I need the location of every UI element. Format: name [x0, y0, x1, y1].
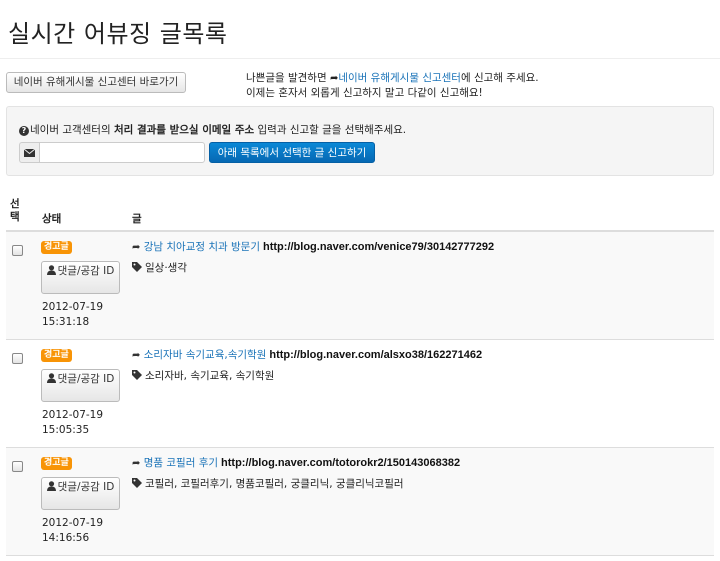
- hint-prefix: 네이버 고객센터의: [30, 124, 114, 136]
- share-arrow-icon: ➦: [132, 242, 141, 253]
- post-title-link[interactable]: 소리자바 속기교육,속기학원: [144, 349, 267, 361]
- envelope-icon: [19, 142, 39, 163]
- post-tags-text: 일상·생각: [145, 262, 187, 274]
- user-icon: [46, 373, 56, 387]
- share-arrow-icon: ➦: [132, 458, 141, 469]
- post-title-line: ➦ 소리자바 속기교육,속기학원 http://blog.naver.com/al…: [132, 347, 482, 362]
- notice-text: 나쁜글을 발견하면 ➦네이버 유해게시물 신고센터에 신고해 주세요. 이제는 …: [246, 71, 539, 101]
- report-form-panel: ? 네이버 고객센터의 처리 결과를 받으실 이메일 주소 입력과 신고할 글을 …: [6, 106, 714, 176]
- hint-suffix: 입력과 신고할 글을 선택해주세요.: [254, 124, 407, 136]
- status-badge: 경고글: [41, 349, 72, 362]
- notice-prefix: 나쁜글을 발견하면: [246, 72, 330, 84]
- form-hint: ? 네이버 고객센터의 처리 결과를 받으실 이메일 주소 입력과 신고할 글을 …: [19, 122, 406, 137]
- report-center-button[interactable]: 네이버 유해게시물 신고센터 바로가기: [6, 72, 186, 93]
- post-url: http://blog.naver.com/totorokr2/15014306…: [221, 457, 461, 469]
- post-date: 2012-07-19: [42, 301, 104, 313]
- tag-icon: [132, 478, 142, 491]
- post-date: 2012-07-19: [42, 409, 104, 421]
- submit-report-button[interactable]: 아래 목록에서 선택한 글 신고하기: [209, 142, 375, 163]
- status-badge: 경고글: [41, 241, 72, 254]
- post-tags: 일상·생각: [132, 260, 187, 275]
- report-center-link[interactable]: 네이버 유해게시물 신고센터: [338, 72, 461, 84]
- table-row: 경고글 댓글/공감 ID 2012-07-19 15:05:35 ➦ 소리자바 …: [6, 340, 714, 448]
- email-input-group: [19, 142, 205, 163]
- post-url: http://blog.naver.com/venice79/301427772…: [263, 241, 495, 253]
- post-datetime: 2012-07-19 15:05:35: [42, 408, 103, 438]
- list-header: 선택 상태 글: [6, 190, 714, 232]
- column-header-select: 선택: [10, 198, 20, 223]
- reply-button-label: 댓글/공감 ID: [57, 265, 115, 277]
- column-header-post: 글: [132, 213, 142, 225]
- row-select-checkbox[interactable]: [12, 461, 23, 472]
- table-row: 경고글 댓글/공감 ID 2012-07-19 14:16:56 ➦ 명품 코필…: [6, 448, 714, 556]
- post-datetime: 2012-07-19 14:16:56: [42, 516, 103, 546]
- user-icon: [46, 481, 56, 495]
- post-tags-text: 코필러, 코필러후기, 명품코필러, 궁클리닉, 궁클리닉코필러: [145, 478, 404, 490]
- tag-icon: [132, 370, 142, 383]
- reply-button-label: 댓글/공감 ID: [57, 481, 115, 493]
- page-title: 실시간 어뷰징 글목록: [8, 20, 228, 48]
- post-tags: 소리자바, 속기교육, 속기학원: [132, 368, 274, 383]
- post-time: 15:31:18: [42, 316, 90, 328]
- notice-line-1: 나쁜글을 발견하면 ➦네이버 유해게시물 신고센터에 신고해 주세요.: [246, 71, 539, 86]
- email-input[interactable]: [39, 142, 205, 163]
- post-date: 2012-07-19: [42, 517, 104, 529]
- post-tags-text: 소리자바, 속기교육, 속기학원: [145, 370, 275, 382]
- post-title-link[interactable]: 명품 코필러 후기: [144, 457, 218, 469]
- row-select-checkbox[interactable]: [12, 245, 23, 256]
- tag-icon: [132, 262, 142, 275]
- notice-line-2: 이제는 혼자서 외롭게 신고하지 말고 다같이 신고해요!: [246, 87, 483, 99]
- reply-like-id-button[interactable]: 댓글/공감 ID: [41, 369, 120, 402]
- post-datetime: 2012-07-19 15:31:18: [42, 300, 103, 330]
- post-url: http://blog.naver.com/alsxo38/162271462: [269, 349, 483, 361]
- status-badge: 경고글: [41, 457, 72, 470]
- question-circle-icon: ?: [19, 126, 29, 136]
- reply-like-id-button[interactable]: 댓글/공감 ID: [41, 477, 120, 510]
- title-divider: [0, 58, 720, 59]
- post-title-link[interactable]: 강남 치아교정 치과 방문기: [144, 241, 260, 253]
- row-select-checkbox[interactable]: [12, 353, 23, 364]
- notice-suffix: 에 신고해 주세요.: [460, 72, 539, 84]
- post-time: 14:16:56: [42, 532, 90, 544]
- hint-bold: 처리 결과를 받으실 이메일 주소: [113, 124, 255, 136]
- post-time: 15:05:35: [42, 424, 90, 436]
- post-title-line: ➦ 강남 치아교정 치과 방문기 http://blog.naver.com/ve…: [132, 239, 494, 254]
- post-title-line: ➦ 명품 코필러 후기 http://blog.naver.com/totorok…: [132, 455, 460, 470]
- abuse-post-list: 선택 상태 글 경고글 댓글/공감 ID 2012-07-19 15:31:18…: [6, 190, 714, 556]
- user-icon: [46, 265, 56, 279]
- post-tags: 코필러, 코필러후기, 명품코필러, 궁클리닉, 궁클리닉코필러: [132, 476, 404, 491]
- reply-button-label: 댓글/공감 ID: [57, 373, 115, 385]
- column-header-status: 상태: [42, 213, 62, 225]
- reply-like-id-button[interactable]: 댓글/공감 ID: [41, 261, 120, 294]
- table-row: 경고글 댓글/공감 ID 2012-07-19 15:31:18 ➦ 강남 치아…: [6, 232, 714, 340]
- share-arrow-icon: ➦: [132, 350, 141, 361]
